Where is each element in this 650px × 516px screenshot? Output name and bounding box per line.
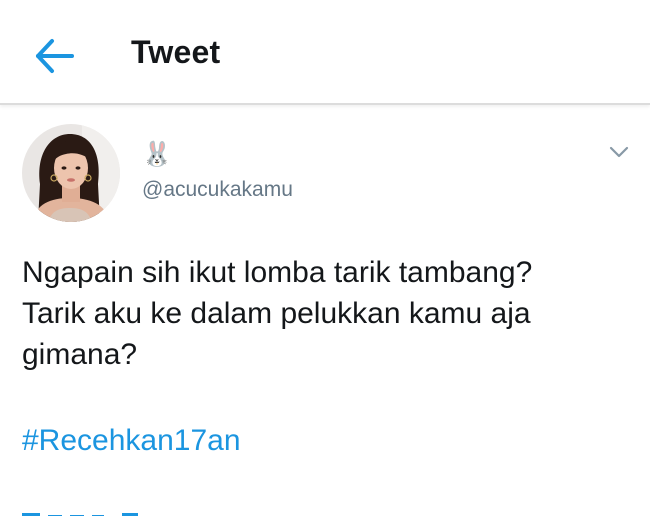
cut-off-link-text — [22, 504, 172, 516]
hashtag-link[interactable]: #Recehkan17an — [22, 420, 241, 461]
arrow-left-icon — [36, 39, 74, 73]
page-title: Tweet — [131, 34, 221, 70]
tweet-text: Ngapain sih ikut lomba tarik tambang? Ta… — [22, 252, 632, 375]
tweet-detail-screen: Tweet 🐰 @acucukakamu Ngapain sih ikut lo… — [0, 0, 650, 516]
top-app-bar: Tweet — [0, 0, 650, 105]
tweet-text-line: Tarik aku ke dalam pelukkan kamu aja — [22, 297, 531, 330]
cut-off-text-glyphs — [22, 513, 138, 516]
avatar[interactable] — [22, 124, 120, 222]
author-handle[interactable]: @acucukakamu — [142, 178, 293, 202]
display-name[interactable]: 🐰 — [142, 141, 172, 169]
avatar-photo — [22, 124, 120, 222]
chevron-down-icon — [609, 146, 629, 158]
tweet-text-line: gimana? — [22, 338, 138, 371]
tweet-text-line: Ngapain sih ikut lomba tarik tambang? — [22, 256, 533, 289]
tweet-options-button[interactable] — [606, 142, 632, 162]
back-button[interactable] — [24, 30, 80, 82]
